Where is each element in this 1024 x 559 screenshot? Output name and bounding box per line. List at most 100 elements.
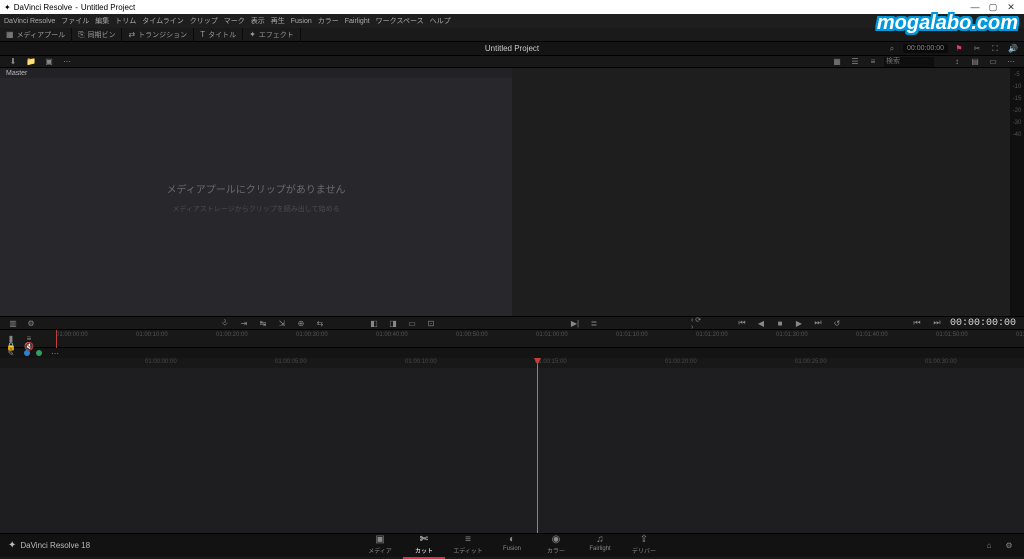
menu-item[interactable]: Fusion (291, 18, 312, 25)
page-fusion[interactable]: ◐Fusion (491, 532, 533, 559)
edit-page-icon: ≡ (465, 534, 471, 546)
mini-ruler[interactable]: ▮ ≡ 🔒 🔇 01:00:00:0001:00:10:0001:00:20:0… (0, 330, 1024, 348)
tools2-icon[interactable]: ◨ (386, 317, 400, 329)
menu-item[interactable]: 再生 (271, 16, 285, 26)
view-icon[interactable]: ▭ (986, 56, 1000, 68)
filter-icon[interactable]: ▤ (968, 56, 982, 68)
menu-item[interactable]: ヘルプ (430, 16, 451, 26)
menu-item[interactable]: マーク (224, 16, 245, 26)
timeline-tick: 01:00:20:00 (665, 359, 697, 365)
timeline-playhead[interactable] (537, 358, 538, 533)
view-list-icon[interactable]: ≡ (866, 56, 880, 68)
ws-transitions[interactable]: ⇄トランジション (122, 28, 194, 42)
page-cut[interactable]: ✄カット (403, 532, 445, 559)
viewer: -5 -10 -15 -20 -30 -40 (512, 68, 1024, 316)
folder-icon[interactable]: 📁 (24, 56, 38, 68)
view-strip-icon[interactable]: ☰ (848, 56, 862, 68)
media-pool-header[interactable]: Master (0, 68, 512, 78)
insert-icon[interactable]: ⎀ (218, 317, 232, 329)
page-media[interactable]: ▣メディア (359, 532, 401, 559)
menu-item[interactable]: 表示 (251, 16, 265, 26)
meter-mark: -40 (1013, 132, 1022, 138)
tools4-icon[interactable]: ⊡ (424, 317, 438, 329)
cut-page-icon: ✄ (420, 534, 428, 546)
davinci-logo-icon: ✦ (8, 540, 16, 551)
append-icon[interactable]: ⊕ (294, 317, 308, 329)
tools1-icon[interactable]: ◧ (367, 317, 381, 329)
out-icon[interactable]: ⏭ (930, 317, 944, 329)
fusion-page-icon: ◐ (509, 534, 515, 546)
menu-item[interactable]: DaVinci Resolve (4, 18, 55, 25)
play-icon[interactable]: ▶ (792, 317, 806, 329)
lock-icon[interactable]: 🔒 (4, 340, 18, 352)
menu-item[interactable]: Fairlight (345, 18, 370, 25)
window-close[interactable]: ✕ (1002, 2, 1020, 13)
timeline-opts-icon[interactable]: ⚙ (24, 317, 38, 329)
ws-syncbin[interactable]: ⎘同期ビン (72, 28, 122, 42)
fit-icon[interactable]: ⇲ (275, 317, 289, 329)
page-edit[interactable]: ≡エディット (447, 532, 489, 559)
loop-icon[interactable]: ↺ (830, 317, 844, 329)
ws-mediapool[interactable]: ▦メディアプール (0, 28, 72, 42)
track-dot-green[interactable] (36, 350, 42, 356)
track-color-controls: ✎ ⋯ (0, 348, 1024, 358)
media-empty-title: メディアプールにクリップがありません (167, 181, 346, 196)
window-minimize[interactable]: — (966, 2, 984, 12)
search-input[interactable] (884, 57, 934, 67)
sort-icon[interactable]: ↕ (950, 56, 964, 68)
mute-icon[interactable]: 🔇 (22, 340, 36, 352)
menu-item[interactable]: トリム (115, 16, 136, 26)
menu-item[interactable]: 編集 (95, 16, 109, 26)
ruler-tick: 01:01:50:00 (936, 332, 968, 338)
ripple-icon[interactable]: ⇆ (313, 317, 327, 329)
page-color[interactable]: ◉カラー (535, 532, 577, 559)
viewer-canvas[interactable] (512, 68, 1010, 316)
loop-nav-icon[interactable]: ‹ ⟳ › (691, 317, 705, 329)
menu-item[interactable]: カラー (318, 16, 339, 26)
split-icon[interactable]: ≣ (587, 317, 601, 329)
in-icon[interactable]: ⏮ (910, 317, 924, 329)
titlebar-app: DaVinci Resolve (14, 3, 73, 12)
page-deliver[interactable]: ⇪デリバー (623, 532, 665, 559)
prev-clip-icon[interactable]: ⏮ (735, 317, 749, 329)
stop-icon[interactable]: ■ (773, 317, 787, 329)
import-icon[interactable]: ⬇ (6, 56, 20, 68)
view-thumb-icon[interactable]: ▦ (830, 56, 844, 68)
tools3-icon[interactable]: ▭ (405, 317, 419, 329)
page-nav: ▣メディア ✄カット ≡エディット ◐Fusion ◉カラー ♫Fairligh… (359, 532, 665, 559)
flag-icon[interactable]: ⚑ (952, 43, 966, 55)
timeline-view-icon[interactable]: ▥ (6, 317, 20, 329)
volume-icon[interactable]: 🔊 (1006, 43, 1020, 55)
menu-item[interactable]: ワークスペース (376, 16, 424, 26)
timeline-ruler[interactable]: 01:00:00:0001:00:05:0001:00:10:0001:00:1… (0, 358, 1024, 368)
ruler-playhead[interactable] (56, 330, 57, 348)
home-icon[interactable]: ⌂ (982, 540, 996, 552)
play-back-icon[interactable]: ◀ (754, 317, 768, 329)
ruler-tick: 01:00:50:00 (456, 332, 488, 338)
marker-icon[interactable]: ▶| (568, 317, 582, 329)
bottom-bar: ✦ DaVinci Resolve 18 ▣メディア ✄カット ≡エディット ◐… (0, 533, 1024, 557)
crop-icon[interactable]: ✂ (970, 43, 984, 55)
transition-icon: ⇄ (128, 30, 135, 39)
ruler-tick: 01:00:10:00 (136, 332, 168, 338)
next-clip-icon[interactable]: ⏭ (811, 317, 825, 329)
expand-icon[interactable]: ⛶ (988, 43, 1002, 55)
transport-bar: ▥ ⚙ ⎀ ⇥ ↹ ⇲ ⊕ ⇆ ◧ ◨ ▭ ⊡ ▶| ≣ ‹ ⟳ › ⏮ ◀ ■… (0, 316, 1024, 330)
replace-icon[interactable]: ↹ (256, 317, 270, 329)
menu-item[interactable]: タイムライン (142, 16, 184, 26)
app-version: DaVinci Resolve 18 (20, 541, 90, 550)
menu-item[interactable]: クリップ (190, 16, 218, 26)
bin-icon[interactable]: ▣ (42, 56, 56, 68)
page-fairlight[interactable]: ♫Fairlight (579, 532, 621, 559)
options-icon[interactable]: ⋯ (1004, 56, 1018, 68)
settings-icon[interactable]: ⚙ (1002, 540, 1016, 552)
ws-effects[interactable]: ✦エフェクト (243, 28, 301, 42)
window-maximize[interactable]: ▢ (984, 2, 1002, 13)
menu-item[interactable]: ファイル (61, 16, 89, 26)
more-icon[interactable]: ⋯ (60, 56, 74, 68)
timeline[interactable]: 01:00:00:0001:00:05:0001:00:10:0001:00:1… (0, 358, 1024, 533)
overwrite-icon[interactable]: ⇥ (237, 317, 251, 329)
meter-mark: -30 (1013, 120, 1022, 126)
search-icon[interactable]: ⌕ (885, 43, 899, 55)
ws-titles[interactable]: Tタイトル (194, 28, 243, 42)
